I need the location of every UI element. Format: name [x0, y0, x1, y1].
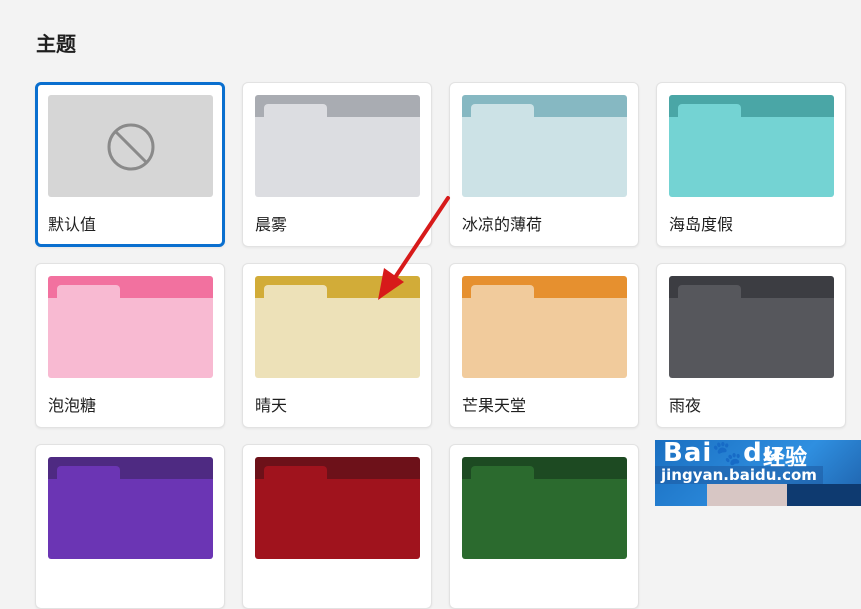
paw-icon: 🐾: [712, 440, 744, 467]
page-title: 主题: [36, 32, 76, 56]
theme-label: 冰凉的薄荷: [462, 215, 543, 234]
theme-label: 默认值: [48, 215, 97, 234]
theme-card-purple[interactable]: [35, 444, 225, 609]
theme-card-cool-mint[interactable]: 冰凉的薄荷: [449, 82, 639, 247]
theme-card-rainy-night[interactable]: 雨夜: [656, 263, 846, 428]
theme-label: 晨雾: [255, 215, 288, 234]
no-symbol-icon: [107, 123, 155, 171]
theme-thumbnail: [462, 457, 627, 559]
theme-card-default[interactable]: 默认值: [35, 82, 225, 247]
theme-thumbnail: [48, 457, 213, 559]
annotation-arrow: [378, 196, 450, 300]
theme-thumbnail: [669, 276, 834, 378]
theme-card-red[interactable]: [242, 444, 432, 609]
theme-thumbnail: [462, 95, 627, 197]
theme-label: 雨夜: [669, 396, 702, 415]
theme-thumbnail: [255, 276, 420, 378]
watermark-photo-dark: [787, 484, 861, 506]
watermark-url: jingyan.baidu.com: [655, 466, 823, 484]
theme-thumbnail: [48, 276, 213, 378]
theme-thumbnail: [669, 95, 834, 197]
theme-card-morning-fog[interactable]: 晨雾: [242, 82, 432, 247]
baidu-jingyan-watermark: Bai🐾du 经验 jingyan.baidu.com: [655, 440, 861, 506]
theme-thumbnail: [255, 457, 420, 559]
theme-card-bubblegum[interactable]: 泡泡糖: [35, 263, 225, 428]
theme-thumbnail: [462, 276, 627, 378]
theme-card-sunny-day[interactable]: 晴天: [242, 263, 432, 428]
theme-card-island-getaway[interactable]: 海岛度假: [656, 82, 846, 247]
theme-label: 海岛度假: [669, 215, 734, 234]
theme-card-green[interactable]: [449, 444, 639, 609]
theme-card-mango-paradise[interactable]: 芒果天堂: [449, 263, 639, 428]
theme-label: 泡泡糖: [48, 396, 97, 415]
theme-label: 芒果天堂: [462, 396, 527, 415]
watermark-photo: [707, 484, 787, 506]
theme-thumbnail: [255, 95, 420, 197]
theme-thumbnail: [48, 95, 213, 197]
theme-label: 晴天: [255, 396, 288, 415]
